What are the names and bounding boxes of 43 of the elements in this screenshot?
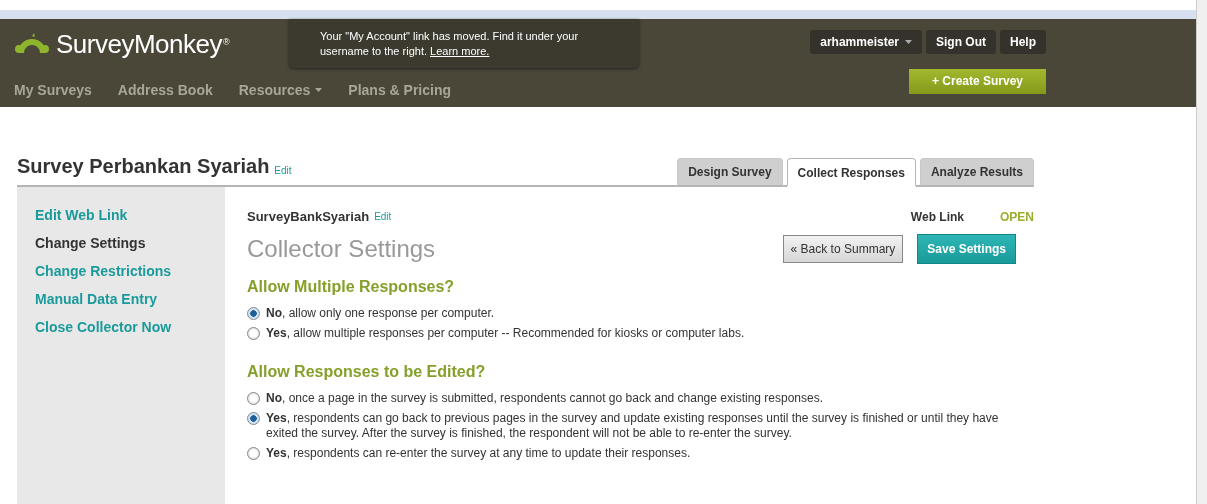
option-label: Yes, allow multiple responses per computer -- Recommended for kiosks or computer labs. bbox=[266, 326, 745, 341]
edit-link[interactable]: Edit bbox=[374, 211, 392, 222]
nav-link[interactable]: Address Book bbox=[117, 82, 213, 98]
create-survey-button[interactable]: + Create Survey bbox=[909, 68, 1046, 94]
sidebar-item[interactable]: Edit Web Link bbox=[35, 207, 225, 223]
nav-link[interactable]: My Surveys bbox=[14, 82, 92, 98]
user-menu-button[interactable]: arhammeister bbox=[810, 30, 922, 54]
radio-button[interactable] bbox=[247, 327, 260, 340]
sidebar-item[interactable]: Manual Data Entry bbox=[35, 291, 225, 307]
section-heading: Allow Multiple Responses? bbox=[247, 278, 456, 296]
help-button[interactable]: Help bbox=[1000, 30, 1046, 54]
tab[interactable]: Design Survey bbox=[677, 158, 783, 187]
registered-mark: ® bbox=[222, 36, 230, 47]
option-label: No, once a page in the survey is submitted, respondents cannot go back and change existing responses. bbox=[266, 391, 823, 406]
radio-button[interactable] bbox=[247, 307, 260, 320]
sign-out-button[interactable]: Sign Out bbox=[926, 30, 996, 54]
nav-link[interactable]: Plans & Pricing bbox=[348, 82, 452, 98]
option-label: Yes, respondents can go back to previous pages in the survey and update existing responses until the survey is finished or until they have exited the survey. After the survey is finished, the respondent will not be able to re-enter the survey. bbox=[266, 411, 1000, 441]
tab[interactable]: Collect Responses bbox=[786, 158, 916, 187]
back-to-summary-button[interactable]: « Back to Summary bbox=[782, 235, 904, 263]
sidebar-item[interactable]: Change Settings bbox=[35, 235, 225, 251]
radio-button[interactable] bbox=[247, 392, 260, 405]
learn-more-link[interactable]: Learn more. bbox=[430, 45, 490, 57]
collector-name: SurveyBankSyariah bbox=[247, 209, 370, 224]
survey-title: Survey Perbankan Syariah bbox=[17, 155, 270, 179]
save-settings-button[interactable]: Save Settings bbox=[917, 234, 1016, 264]
collector-type: Web Link bbox=[910, 209, 964, 224]
notice-message: Your "My Account" link has moved. Find it under your username to the right. Learn more. bbox=[289, 19, 639, 68]
section-heading: Allow Responses to be Edited? bbox=[247, 363, 487, 381]
nav-link[interactable]: Resources bbox=[238, 82, 323, 98]
sidebar-item[interactable]: Close Collector Now bbox=[35, 319, 225, 335]
scrollbar[interactable] bbox=[1196, 0, 1207, 504]
logo-text: SurveyMonkey bbox=[56, 29, 222, 60]
radio-button[interactable] bbox=[247, 412, 260, 425]
page-heading: Collector Settings bbox=[247, 235, 436, 263]
option-label: Yes, respondents can re-enter the survey at any time to update their responses. bbox=[266, 446, 691, 461]
edit-link[interactable]: Edit bbox=[274, 165, 292, 185]
collector-status: OPEN bbox=[1000, 209, 1034, 224]
caret-icon bbox=[905, 40, 912, 44]
sidebar-item[interactable]: Change Restrictions bbox=[35, 263, 225, 279]
radio-button[interactable] bbox=[247, 447, 260, 460]
option-label: No, allow only one response per computer. bbox=[266, 306, 495, 321]
tab[interactable]: Analyze Results bbox=[919, 158, 1034, 187]
